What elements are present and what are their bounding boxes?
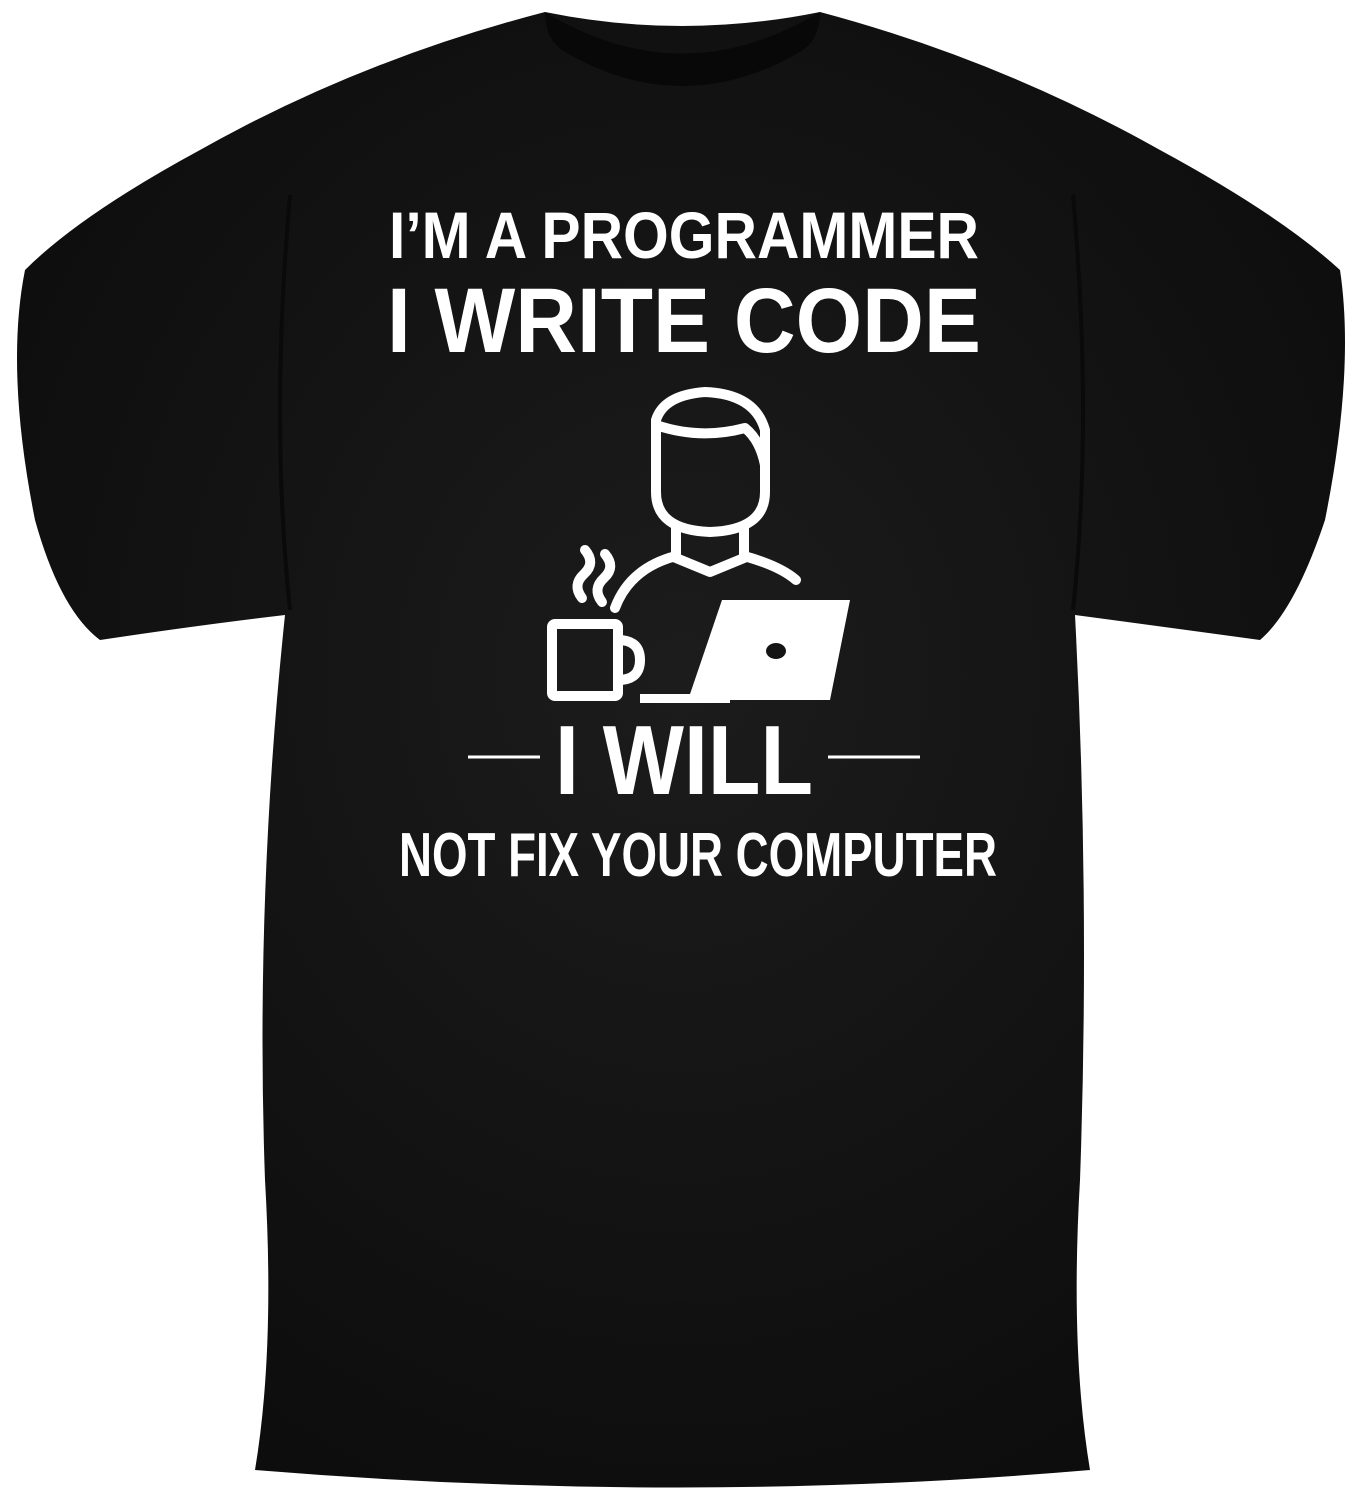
print-line-2: I WRITE CODE	[387, 270, 981, 372]
print-line-3: I WILL	[555, 705, 813, 815]
tshirt-photo: I’M A PROGRAMMER I WRITE CODE I WILL NOT…	[17, 12, 1345, 1488]
print-line-4: NOT FIX YOUR COMPUTER	[399, 821, 997, 890]
print-line-1: I’M A PROGRAMMER	[389, 198, 979, 272]
